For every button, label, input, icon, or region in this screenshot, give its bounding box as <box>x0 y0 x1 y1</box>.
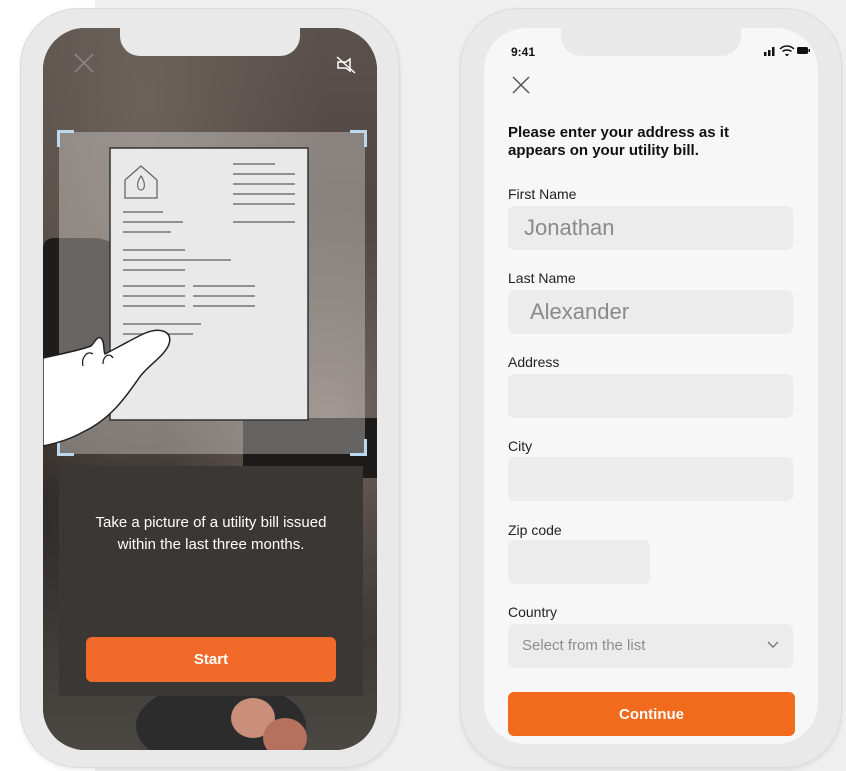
instruction-card: Take a picture of a utility bill issued … <box>59 466 363 696</box>
hand-holding-document-illustration <box>43 147 309 447</box>
country-label: Country <box>508 604 558 620</box>
last-name-label: Last Name <box>508 270 576 286</box>
country-select-placeholder: Select from the list <box>522 637 646 654</box>
close-icon[interactable] <box>73 52 95 74</box>
start-button[interactable]: Start <box>86 637 336 682</box>
close-icon[interactable] <box>510 74 532 96</box>
continue-button[interactable]: Continue <box>508 692 795 736</box>
city-input[interactable] <box>508 457 793 501</box>
flash-off-icon[interactable] <box>335 54 357 76</box>
first-name-input[interactable] <box>508 206 793 250</box>
country-select[interactable]: Select from the list <box>508 624 793 668</box>
camera-screen: Take a picture of a utility bill issued … <box>43 28 377 750</box>
last-name-input[interactable] <box>508 290 793 334</box>
first-name-label: First Name <box>508 186 577 202</box>
instruction-text: Take a picture of a utility bill issued … <box>95 514 327 553</box>
chevron-down-icon <box>767 641 779 648</box>
city-label: City <box>508 438 533 454</box>
address-input[interactable] <box>508 374 793 418</box>
status-bar-icons <box>764 45 810 56</box>
phone-notch <box>120 28 300 56</box>
address-label: Address <box>508 354 560 370</box>
camera-object <box>263 718 307 750</box>
zip-code-input[interactable] <box>508 540 650 584</box>
status-bar-time: 9:41 <box>511 45 536 59</box>
phone-notch <box>561 28 741 56</box>
form-heading: Please enter your address as it appears … <box>508 124 729 159</box>
address-form-screen: 9:41 Please enter your address as it app… <box>484 28 818 744</box>
zip-code-label: Zip code <box>508 522 562 538</box>
